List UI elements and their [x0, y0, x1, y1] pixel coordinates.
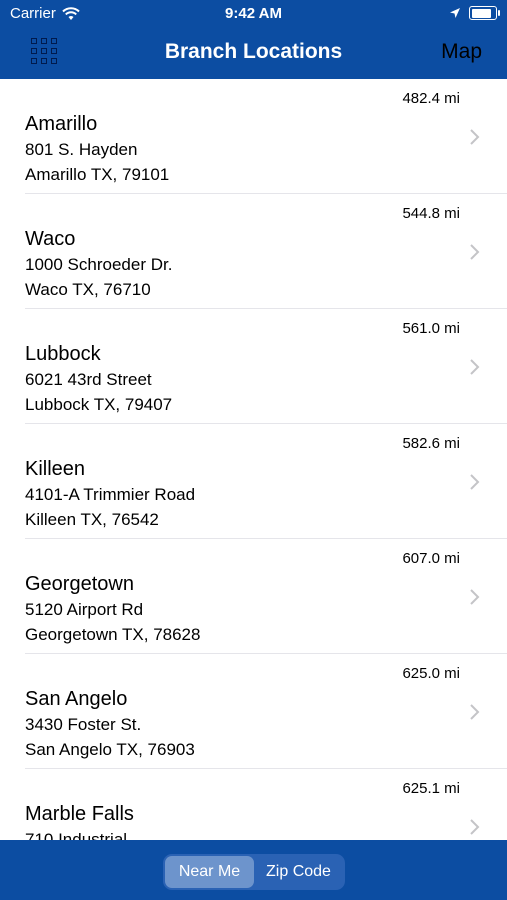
location-address: 6021 43rd Street — [25, 370, 152, 389]
location-name: Waco — [25, 228, 76, 250]
location-name: Georgetown — [25, 573, 134, 595]
location-city-line: Killeen TX, 76542 — [25, 510, 159, 529]
location-name: Amarillo — [25, 113, 98, 135]
location-row[interactable]: 582.6 mi Killeen 4101-A Trimmier Road Ki… — [0, 424, 507, 539]
location-row[interactable]: 482.4 mi Amarillo 801 S. Hayden Amarillo… — [0, 79, 507, 194]
segment-near-me[interactable]: Near Me — [165, 856, 254, 888]
page-title: Branch Locations — [164, 40, 343, 63]
chevron-right-icon — [470, 244, 480, 260]
location-distance: 582.6 mi — [402, 435, 460, 452]
chevron-right-icon — [470, 474, 480, 490]
status-bar: Carrier 9:42 AM — [0, 0, 507, 28]
navigation-bar: Branch Locations Map — [0, 28, 507, 79]
location-address: 710 Industrial — [25, 830, 128, 840]
battery-icon — [469, 6, 500, 20]
bottom-bar: Near Me Zip Code — [0, 840, 507, 900]
status-time: 9:42 AM — [225, 5, 282, 22]
location-row[interactable]: 607.0 mi Georgetown 5120 Airport Rd Geor… — [0, 539, 507, 654]
location-address: 4101-A Trimmier Road — [25, 485, 196, 504]
header: Carrier 9:42 AM Branch Locations Map — [0, 0, 507, 79]
location-row[interactable]: 625.0 mi San Angelo 3430 Foster St. San … — [0, 654, 507, 769]
status-right — [449, 6, 500, 20]
location-name: Lubbock — [25, 343, 101, 365]
location-distance: 625.0 mi — [402, 665, 460, 682]
location-address: 3430 Foster St. — [25, 715, 142, 734]
location-row[interactable]: 561.0 mi Lubbock 6021 43rd Street Lubboc… — [0, 309, 507, 424]
location-list[interactable]: 482.4 mi Amarillo 801 S. Hayden Amarillo… — [0, 79, 507, 840]
location-address: 801 S. Hayden — [25, 140, 138, 159]
location-arrow-icon — [450, 8, 460, 18]
chevron-right-icon — [470, 589, 480, 605]
location-name: Marble Falls — [25, 803, 134, 825]
chevron-right-icon — [470, 129, 480, 145]
map-button[interactable]: Map — [441, 40, 482, 64]
location-city-line: Georgetown TX, 78628 — [25, 625, 201, 644]
location-distance: 544.8 mi — [402, 205, 460, 222]
location-city-line: Waco TX, 76710 — [25, 280, 151, 299]
location-city-line: Lubbock TX, 79407 — [25, 395, 173, 414]
location-row[interactable]: 544.8 mi Waco 1000 Schroeder Dr. Waco TX… — [0, 194, 507, 309]
location-city-line: San Angelo TX, 76903 — [25, 740, 195, 759]
location-distance: 625.1 mi — [402, 780, 460, 797]
location-city-line: Amarillo TX, 79101 — [25, 165, 170, 184]
location-name: Killeen — [25, 458, 86, 480]
location-address: 1000 Schroeder Dr. — [25, 255, 173, 274]
chevron-right-icon — [470, 704, 480, 720]
segment-zip-code[interactable]: Zip Code — [254, 856, 343, 888]
search-mode-segmented-control[interactable]: Near Me Zip Code — [163, 854, 345, 890]
location-row[interactable]: 625.1 mi Marble Falls 710 Industrial — [0, 769, 507, 840]
chevron-right-icon — [470, 819, 480, 835]
location-distance: 561.0 mi — [402, 320, 460, 337]
chevron-right-icon — [470, 359, 480, 375]
location-distance: 482.4 mi — [402, 90, 460, 107]
location-distance: 607.0 mi — [402, 550, 460, 567]
location-name: San Angelo — [25, 688, 128, 710]
location-address: 5120 Airport Rd — [25, 600, 144, 619]
